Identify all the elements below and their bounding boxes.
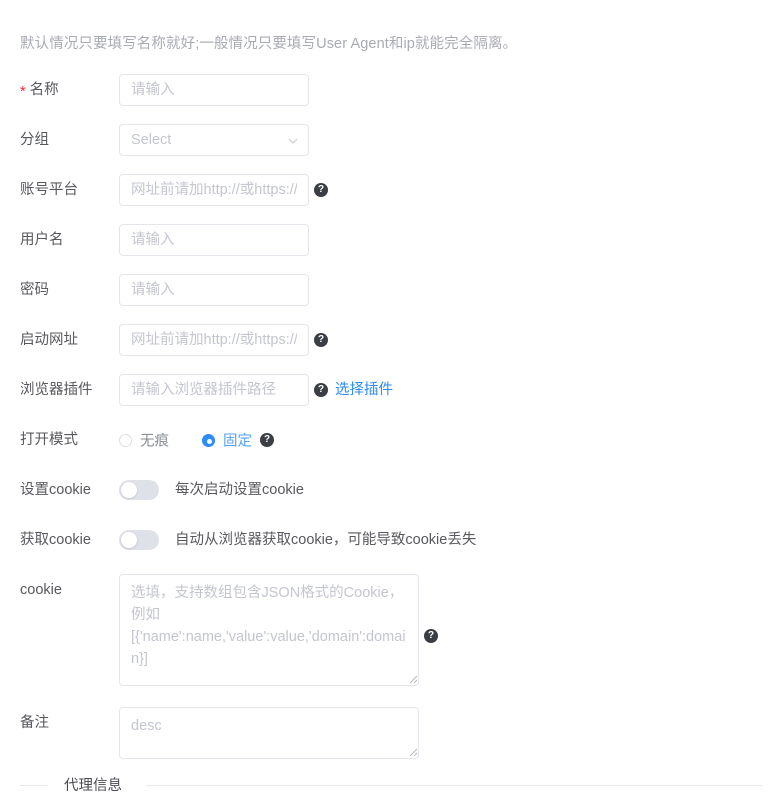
name-input[interactable]: [119, 74, 309, 106]
platform-input[interactable]: [119, 174, 309, 206]
proxy-info-divider: 代理信息: [20, 776, 762, 796]
help-icon-open-mode[interactable]: ?: [260, 433, 274, 447]
form-row-get-cookie: 获取cookie 自动从浏览器获取cookie，可能导致cookie丢失: [0, 524, 778, 556]
form-row-group: 分组 Select: [0, 124, 778, 156]
profile-form-page: 默认情况只要填写名称就好;一般情况只要填写User Agent和ip就能完全隔离…: [0, 0, 778, 796]
set-cookie-toggle[interactable]: [119, 480, 159, 500]
browser-plugin-input[interactable]: [119, 374, 309, 406]
remark-textarea[interactable]: [119, 707, 419, 759]
get-cookie-description: 自动从浏览器获取cookie，可能导致cookie丢失: [175, 532, 477, 548]
help-icon-platform[interactable]: ?: [314, 183, 328, 197]
form-row-platform: 账号平台 ?: [0, 174, 778, 206]
toggle-knob: [121, 482, 137, 498]
form-row-open-mode: 打开模式 无痕 固定 ?: [0, 424, 778, 456]
help-icon-browser-plugin[interactable]: ?: [314, 383, 328, 397]
form-row-password: 密码: [0, 274, 778, 306]
label-get-cookie: 获取cookie: [20, 532, 91, 548]
form-row-cookie: cookie ?: [0, 574, 778, 686]
label-open-mode: 打开模式: [20, 432, 78, 448]
get-cookie-toggle[interactable]: [119, 530, 159, 550]
form-row-username: 用户名: [0, 224, 778, 256]
label-password: 密码: [20, 282, 49, 298]
divider-title: 代理信息: [64, 778, 122, 794]
username-input[interactable]: [119, 224, 309, 256]
label-cookie: cookie: [20, 582, 62, 598]
cookie-textarea[interactable]: [119, 574, 419, 686]
form-row-remark: 备注: [0, 707, 778, 759]
label-group: 分组: [20, 132, 49, 148]
label-remark: 备注: [20, 715, 49, 731]
form-row-set-cookie: 设置cookie 每次启动设置cookie: [0, 474, 778, 506]
label-name-text: 名称: [29, 82, 59, 98]
radio-label-incognito: 无痕: [140, 433, 169, 450]
radio-label-fixed: 固定: [223, 433, 252, 450]
form-row-start-url: 启动网址 ?: [0, 324, 778, 356]
form-row-browser-plugin: 浏览器插件 ? 选择插件: [0, 374, 778, 406]
group-select[interactable]: Select: [119, 124, 309, 156]
label-start-url: 启动网址: [20, 332, 78, 348]
radio-open-mode-incognito[interactable]: 无痕: [119, 424, 169, 456]
label-name: * 名称: [20, 74, 59, 106]
chevron-down-icon: [288, 136, 298, 146]
start-url-input[interactable]: [119, 324, 309, 356]
label-platform: 账号平台: [20, 182, 78, 198]
label-browser-plugin: 浏览器插件: [20, 382, 93, 398]
help-icon-cookie[interactable]: ?: [424, 629, 438, 643]
label-username: 用户名: [20, 232, 64, 248]
label-set-cookie: 设置cookie: [20, 482, 91, 498]
divider-line-right: [146, 785, 762, 786]
form-row-name: * 名称: [0, 74, 778, 106]
toggle-knob: [121, 532, 137, 548]
radio-dot-icon: [119, 433, 132, 447]
group-select-value: Select: [131, 132, 172, 148]
select-plugin-link[interactable]: 选择插件: [335, 374, 393, 406]
divider-line-left: [20, 785, 48, 786]
radio-dot-selected-icon: [202, 433, 215, 447]
set-cookie-description: 每次启动设置cookie: [175, 482, 304, 498]
radio-open-mode-fixed[interactable]: 固定: [202, 424, 252, 456]
help-icon-start-url[interactable]: ?: [314, 333, 328, 347]
password-input[interactable]: [119, 274, 309, 306]
intro-hint-text: 默认情况只要填写名称就好;一般情况只要填写User Agent和ip就能完全隔离…: [20, 36, 518, 52]
required-asterisk: *: [20, 84, 26, 100]
